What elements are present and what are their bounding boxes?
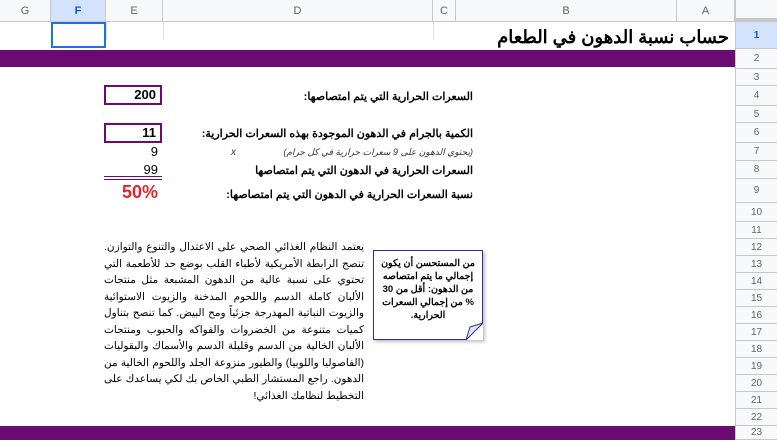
column-header-f[interactable]: F [51, 0, 106, 22]
row-header-15[interactable]: 15 [735, 290, 777, 307]
row-header-14[interactable]: 14 [735, 273, 777, 290]
row-header-16[interactable]: 16 [735, 307, 777, 324]
select-all-corner[interactable] [735, 0, 777, 22]
row-header-22[interactable]: 22 [735, 409, 777, 426]
row-header-19[interactable]: 19 [735, 358, 777, 375]
row-header-8[interactable]: 8 [735, 161, 777, 179]
row-header-12[interactable]: 12 [735, 239, 777, 256]
column-header-b[interactable]: B [456, 0, 677, 22]
row-header-17[interactable]: 17 [735, 324, 777, 341]
column-header-d[interactable]: D [163, 0, 433, 22]
row-header-21[interactable]: 21 [735, 392, 777, 409]
row-header-10[interactable]: 10 [735, 203, 777, 222]
column-header-c[interactable]: C [433, 0, 456, 22]
percent-label[interactable]: نسبة السعرات الحرارية في الدهون التي يتم… [226, 188, 473, 201]
sheet-title[interactable]: حساب نسبة الدهون في الطعام [497, 27, 729, 48]
header-band [0, 50, 735, 67]
calories-input[interactable]: 200 [104, 85, 162, 105]
row-header-11[interactable]: 11 [735, 222, 777, 239]
row-header-18[interactable]: 18 [735, 341, 777, 358]
row-header-23[interactable]: 23 [735, 426, 777, 440]
row-header-3[interactable]: 3 [735, 69, 777, 86]
fat-calories-value[interactable]: 99 [104, 162, 158, 177]
footer-band [0, 426, 735, 440]
row-header-9[interactable]: 9 [735, 179, 777, 203]
fat-grams-label[interactable]: الكمية بالجرام في الدهون الموجودة بهذه ا… [202, 127, 473, 140]
note-fold-corner [466, 323, 483, 340]
row-header-13[interactable]: 13 [735, 256, 777, 273]
diet-info-paragraph[interactable]: يعتمد النظام الغذائي الصحي على الاعتدال … [104, 239, 364, 404]
column-header-e[interactable]: E [106, 0, 163, 22]
calories-label[interactable]: السعرات الحرارية التي يتم امتصاصها: [304, 90, 473, 103]
row-header-1[interactable]: 1 [735, 22, 777, 49]
row-header-5[interactable]: 5 [735, 106, 777, 123]
fat-calories-per-gram[interactable]: 9 [104, 144, 158, 159]
row-header-6[interactable]: 6 [735, 123, 777, 143]
selected-cell-f1[interactable] [51, 22, 106, 48]
column-header-g[interactable]: G [0, 0, 51, 22]
multiply-sign: x [231, 147, 236, 158]
row-header-20[interactable]: 20 [735, 375, 777, 392]
row-header-2[interactable]: 2 [735, 49, 777, 69]
percent-value[interactable]: 50% [122, 182, 158, 203]
fat-calories-label[interactable]: السعرات الحرارية في الدهون التي يتم امتص… [255, 164, 473, 177]
fat-calorie-note[interactable]: (يحتوي الدهون على 9 سعرات حرارية في كل ج… [283, 147, 473, 158]
total-underline [104, 176, 162, 180]
row-header-4[interactable]: 4 [735, 86, 777, 106]
row-header-7[interactable]: 7 [735, 143, 777, 161]
fat-grams-input[interactable]: 11 [104, 123, 162, 143]
column-header-a[interactable]: A [677, 0, 735, 22]
